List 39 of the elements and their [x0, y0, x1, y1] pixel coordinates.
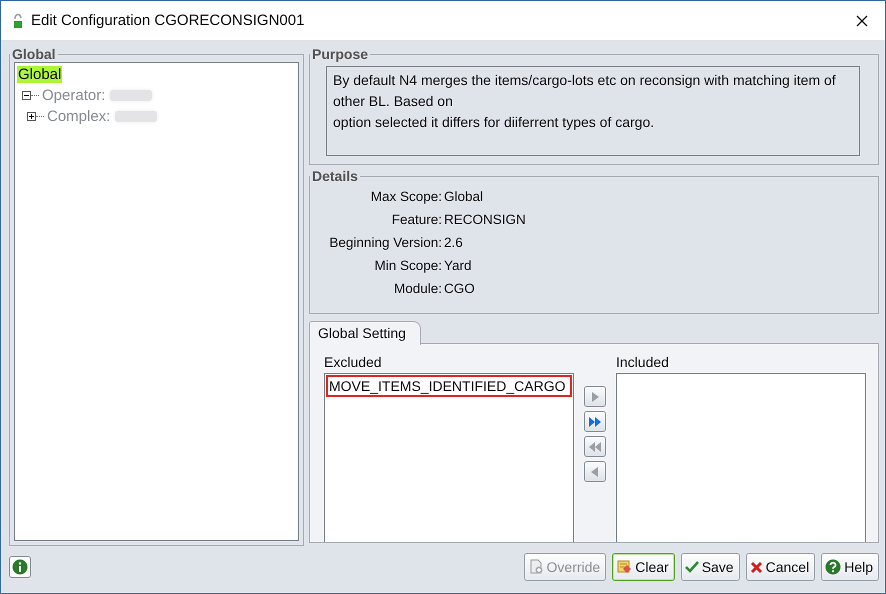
list-label: Included	[616, 354, 670, 370]
window-title: Edit Configuration CGORECONSIGN001	[31, 12, 306, 29]
move-all-right-button[interactable]	[584, 411, 606, 432]
group-legend: Details	[310, 168, 360, 184]
app-icon	[13, 12, 23, 28]
double-right-icon	[588, 416, 602, 428]
eraser-note-icon	[616, 559, 632, 575]
expand-icon[interactable]	[27, 112, 36, 121]
field-label: Min Scope:	[373, 257, 442, 275]
field-value: 2.6	[444, 234, 464, 252]
left-triangle-icon	[589, 466, 601, 478]
purpose-text: By default N4 merges the items/cargo-lots etc on reconsign with matching item of other BL. Based on option selected it differs for diiferrent types of cargo.	[326, 66, 860, 156]
field-label: Max Scope:	[370, 188, 442, 206]
play-icon	[589, 390, 601, 402]
close-icon	[856, 14, 868, 26]
close-icon	[750, 560, 763, 574]
list-item[interactable]: MOVE_ITEMS_IDENTIFIED_CARGO	[326, 375, 572, 397]
help-icon	[825, 559, 842, 575]
list-label: Excluded	[324, 354, 383, 370]
field-label: Feature:	[390, 211, 442, 229]
clear-button[interactable]: Clear	[612, 553, 675, 581]
tree-item[interactable]: Global	[17, 66, 62, 83]
info-button[interactable]	[9, 556, 31, 578]
document-plus-icon	[528, 559, 544, 575]
collapse-icon[interactable]	[22, 91, 31, 100]
field-label: Beginning Version:	[328, 234, 442, 252]
save-button[interactable]: Save	[680, 553, 740, 581]
field-value: Yard	[444, 257, 473, 275]
help-button[interactable]: Help	[821, 553, 879, 581]
checkmark-icon	[684, 560, 699, 574]
tab[interactable]: Global Setting	[309, 321, 421, 345]
field-label: Module:	[392, 280, 442, 298]
field-value: CGO	[444, 280, 476, 298]
double-left-icon	[588, 440, 602, 452]
field-value: RECONSIGN	[444, 211, 527, 229]
field-value: Global	[444, 188, 484, 206]
cancel-button[interactable]: Cancel	[746, 553, 816, 581]
group-legend: Purpose	[310, 46, 370, 62]
group-legend: Global	[10, 46, 58, 62]
